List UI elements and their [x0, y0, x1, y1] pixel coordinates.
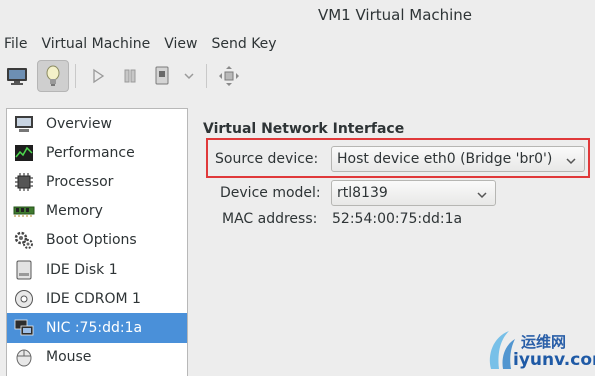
device-model-row: Device model: rtl8139 — [220, 180, 496, 206]
sidebar-item-label: IDE CDROM 1 — [46, 290, 141, 307]
sidebar-item-ide-disk-1[interactable]: IDE Disk 1 — [7, 255, 187, 284]
source-device-row: Source device: Host device eth0 (Bridge … — [215, 146, 585, 172]
sidebar-item-boot-options[interactable]: Boot Options — [7, 226, 187, 255]
shutdown-icon[interactable] — [146, 60, 178, 92]
overview-icon — [13, 113, 35, 135]
hardware-list: Overview Performance Processor Memory Bo… — [6, 108, 188, 376]
device-model-label: Device model: — [220, 185, 321, 201]
mouse-icon — [13, 346, 35, 368]
chevron-down-icon — [477, 188, 487, 204]
sidebar-item-label: Mouse — [46, 349, 92, 366]
source-device-select[interactable]: Host device eth0 (Bridge 'br0') — [331, 146, 585, 172]
sidebar-item-label: Boot Options — [46, 232, 137, 249]
disk-icon — [13, 259, 35, 281]
menu-file[interactable]: File — [1, 36, 30, 52]
sidebar-item-performance[interactable]: Performance — [7, 138, 187, 167]
processor-icon — [13, 171, 35, 193]
console-icon[interactable] — [1, 60, 33, 92]
menu-send-key[interactable]: Send Key — [208, 36, 279, 52]
sidebar-item-memory[interactable]: Memory — [7, 197, 187, 226]
section-title: Virtual Network Interface — [203, 121, 405, 137]
mac-address-row: MAC address: 52:54:00:75:dd:1a — [222, 211, 462, 227]
watermark-logo: 运维网 iyunv.com — [485, 325, 595, 375]
performance-icon — [13, 142, 35, 164]
mac-address-label: MAC address: — [222, 211, 318, 227]
device-model-select[interactable]: rtl8139 — [331, 180, 496, 206]
source-device-label: Source device: — [215, 151, 319, 167]
details-icon[interactable] — [37, 60, 69, 92]
run-icon[interactable] — [82, 60, 114, 92]
sidebar-item-label: NIC :75:dd:1a — [46, 319, 143, 336]
toolbar — [0, 58, 595, 94]
sidebar-item-nic[interactable]: NIC :75:dd:1a — [7, 313, 187, 343]
cdrom-icon — [13, 288, 35, 310]
sidebar-item-overview[interactable]: Overview — [7, 109, 187, 138]
sidebar-item-label: Memory — [46, 203, 103, 220]
window-title: VM1 Virtual Machine — [317, 6, 473, 24]
chevron-down-icon — [566, 154, 576, 170]
sidebar-item-label: Performance — [46, 144, 135, 161]
source-device-value: Host device eth0 (Bridge 'br0') — [337, 151, 553, 167]
sidebar-item-mouse[interactable]: Mouse — [7, 343, 187, 372]
toolbar-separator — [206, 64, 207, 88]
watermark-text-cn: 运维网 — [521, 333, 567, 351]
device-model-value: rtl8139 — [337, 185, 388, 201]
toolbar-separator — [75, 64, 76, 88]
sidebar-item-label: Overview — [46, 115, 112, 132]
menu-virtual-machine[interactable]: Virtual Machine — [38, 36, 153, 52]
sidebar-item-label: IDE Disk 1 — [46, 261, 118, 278]
menubar: File Virtual Machine View Send Key — [0, 32, 595, 56]
sidebar-item-ide-cdrom-1[interactable]: IDE CDROM 1 — [7, 284, 187, 313]
mac-address-value: 52:54:00:75:dd:1a — [332, 211, 463, 227]
watermark-text-en: iyunv.com — [513, 350, 595, 370]
fullscreen-icon[interactable] — [213, 60, 245, 92]
pause-icon[interactable] — [114, 60, 146, 92]
menu-view[interactable]: View — [161, 36, 200, 52]
memory-icon — [13, 200, 35, 222]
boot-options-icon — [13, 229, 35, 251]
dropdown-icon[interactable] — [178, 60, 200, 92]
sidebar-item-label: Processor — [46, 173, 114, 190]
sidebar-item-processor[interactable]: Processor — [7, 167, 187, 196]
nic-icon — [13, 317, 35, 339]
